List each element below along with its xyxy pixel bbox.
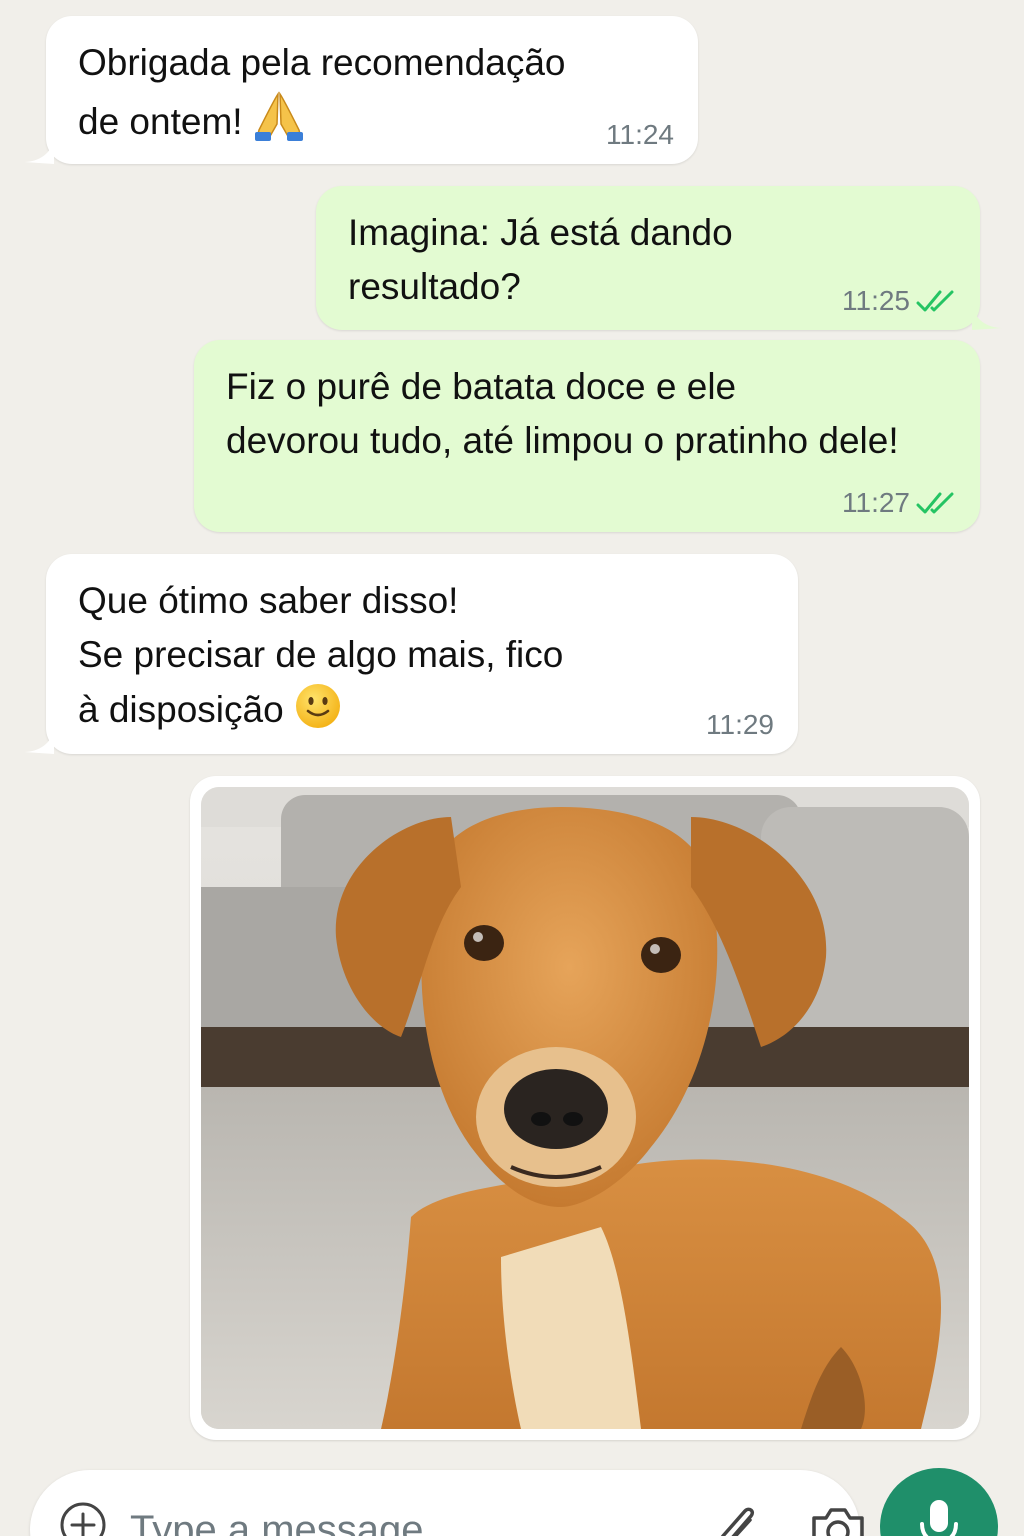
message-time: 11:24 (606, 119, 674, 150)
message-input[interactable] (130, 1500, 650, 1536)
message-composer (30, 1470, 864, 1536)
message-bubble-incoming[interactable]: Obrigada pela recomendação de ontem! 11:… (24, 16, 698, 164)
folded-hands-emoji (253, 90, 305, 157)
microphone-icon (920, 1500, 958, 1536)
bubble-tail (972, 304, 1002, 330)
double-check-icon (916, 492, 954, 514)
camera-icon[interactable] (808, 1500, 868, 1536)
plus-icon[interactable] (58, 1500, 108, 1536)
message-time: 11:27 (842, 486, 956, 520)
message-time: 11:29 (706, 709, 774, 740)
image-message[interactable] (190, 776, 980, 1440)
bubble-tail (24, 138, 54, 164)
bubble-tail (24, 728, 54, 754)
message-text: Obrigada pela recomendação de ontem! (78, 36, 566, 157)
dog-photo[interactable] (201, 787, 969, 1429)
message-text: Que ótimo saber disso! Se precisar de al… (78, 574, 563, 745)
voice-record-button[interactable] (880, 1468, 998, 1536)
message-text: Imagina: Já está dando resultado? (348, 212, 733, 307)
message-text: Fiz o purê de batata doce e ele devorou … (226, 366, 899, 461)
slightly-smiling-face-emoji (294, 682, 342, 745)
message-bubble-incoming[interactable]: Que ótimo saber disso! Se precisar de al… (24, 554, 798, 754)
paperclip-icon[interactable] (710, 1498, 766, 1536)
message-bubble-outgoing[interactable]: Fiz o purê de batata doce e ele devorou … (194, 340, 980, 532)
double-check-icon (916, 290, 954, 312)
message-bubble-outgoing[interactable]: Imagina: Já está dando resultado? 11:25 (316, 186, 1002, 330)
chat-view: Obrigada pela recomendação de ontem! 11:… (0, 0, 1024, 1536)
message-time: 11:25 (842, 284, 956, 318)
